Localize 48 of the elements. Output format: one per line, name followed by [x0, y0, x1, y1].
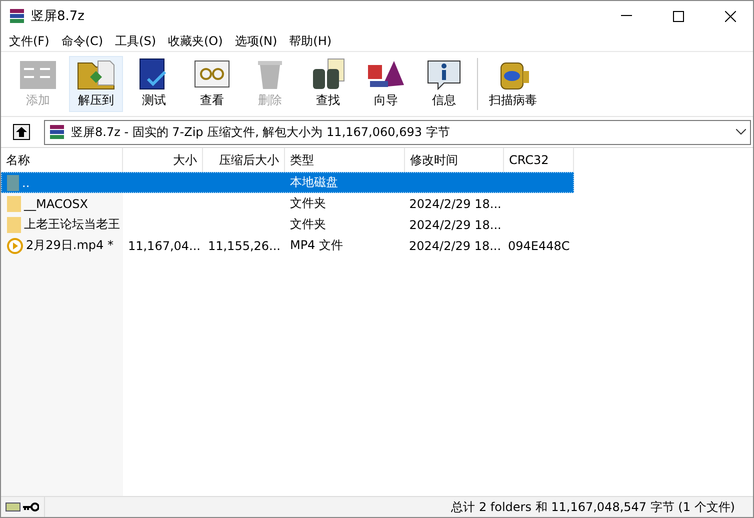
table-cell: MP4 文件	[290, 238, 344, 252]
archive-icon	[49, 124, 65, 140]
file-row[interactable]: .. 本地磁盘	[1, 172, 574, 193]
chevron-down-icon	[736, 129, 746, 135]
up-arrow-icon	[16, 127, 27, 137]
table-cell: 2024/2/29 18...	[409, 196, 502, 210]
table-cell: 文件夹	[290, 196, 326, 210]
key-icon	[23, 502, 39, 512]
menu-item[interactable]: 文件(F)	[3, 31, 56, 51]
table-cell: 本地磁盘	[290, 175, 338, 189]
toolbar-button[interactable]: 查找	[301, 56, 355, 112]
up-folder-button[interactable]	[13, 124, 30, 140]
table-cell: 2024/2/29 18...	[409, 218, 502, 232]
archive-icon	[9, 8, 25, 24]
table-cell: 094E448C	[508, 238, 570, 252]
file-row[interactable]: 上老王论坛当老王 文件夹 2024/2/29 18...	[1, 214, 574, 235]
menu-item[interactable]: 帮助(H)	[283, 31, 338, 51]
menu-item[interactable]: 工具(S)	[109, 31, 162, 51]
toolbar-button[interactable]: 测试	[127, 56, 181, 112]
toolbar-button[interactable]: 扫描病毒	[486, 56, 540, 112]
file-name: 上老王论坛当老王	[24, 216, 120, 233]
menu-item[interactable]: 命令(C)	[55, 31, 110, 51]
close-icon	[724, 10, 736, 22]
toolbar-button[interactable]: 解压到	[69, 56, 123, 112]
drive-icon	[5, 502, 21, 512]
table-cell: 11,167,04...	[128, 238, 200, 252]
toolbar-button[interactable]: 向导	[359, 56, 413, 112]
menu-item[interactable]: 选项(N)	[228, 31, 284, 51]
file-row[interactable]: __MACOSX 文件夹 2024/2/29 18...	[1, 193, 574, 214]
menu-item[interactable]: 收藏夹(O)	[162, 31, 229, 51]
toolbar-button[interactable]: 信息	[417, 56, 471, 112]
address-field[interactable]: 竖屏8.7z - 固实的 7-Zip 压缩文件, 解包大小为 11,167,060,693 字节	[44, 120, 751, 144]
table-cell: 2024/2/29 18...	[409, 238, 502, 252]
toolbar-button[interactable]: 查看	[185, 56, 239, 112]
file-name: ..	[22, 176, 30, 190]
table-cell: 11,155,26...	[208, 238, 280, 252]
file-row[interactable]: 2月29日.mp4 * 11,167,04... 11,155,26... MP4 文件 2024/2/29 18... 094E448C	[1, 235, 574, 256]
minimize-icon	[620, 15, 632, 17]
table-cell: 文件夹	[290, 217, 326, 231]
status-text: 总计 2 folders 和 11,167,048,547 字节 (1 个文件)	[451, 498, 735, 516]
maximize-icon	[672, 10, 684, 22]
file-name: 2月29日.mp4 *	[26, 237, 114, 254]
folder-icon	[7, 216, 21, 232]
drive-icon	[7, 174, 19, 190]
play-icon	[7, 238, 23, 254]
folder-icon	[7, 196, 21, 212]
file-name: __MACOSX	[24, 196, 88, 210]
window-title: 竖屏8.7z	[31, 8, 86, 25]
